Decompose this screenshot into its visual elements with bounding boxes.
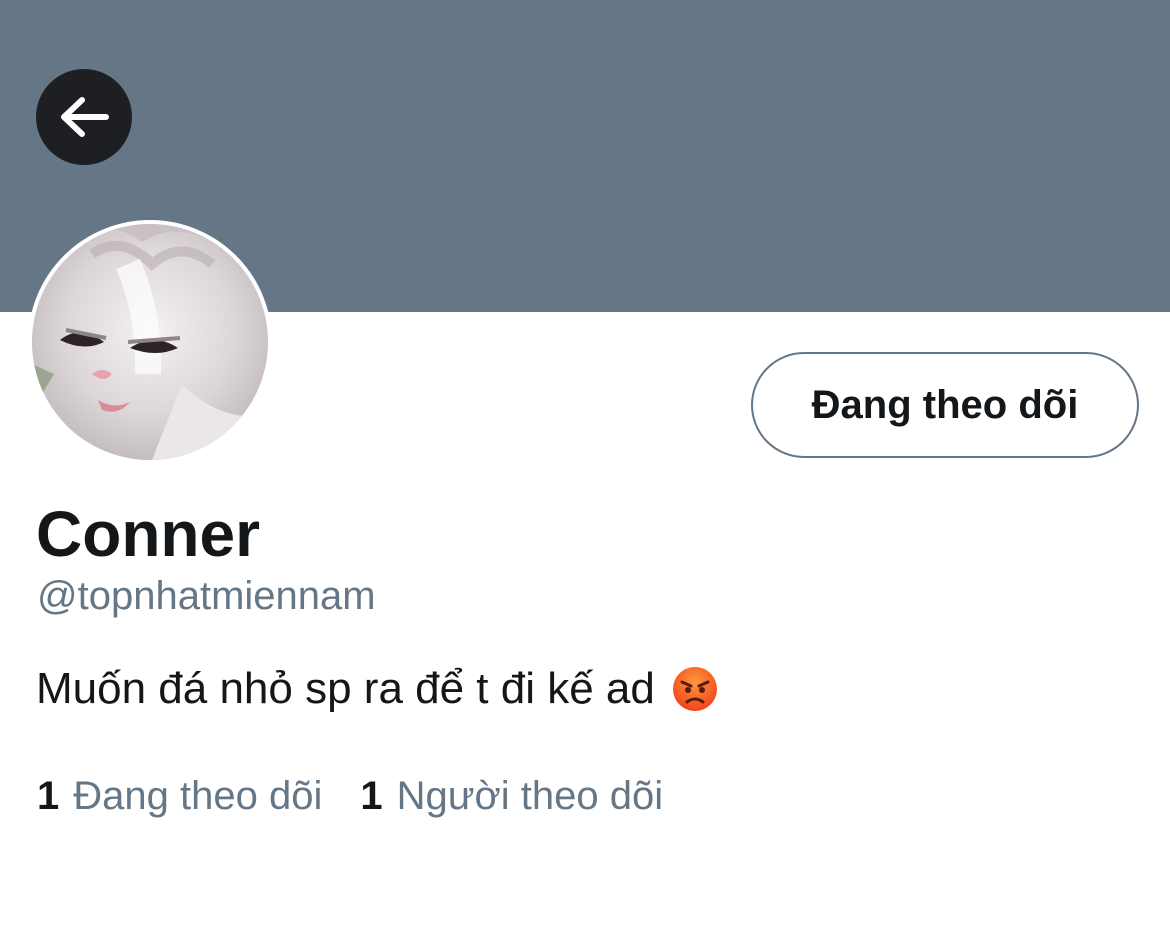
- bio-text: Muốn đá nhỏ sp ra để t đi kế ad: [36, 664, 655, 713]
- display-name: Conner: [36, 498, 260, 570]
- pouting-face-emoji-icon: [672, 667, 717, 711]
- following-button[interactable]: Đang theo dõi: [751, 352, 1139, 458]
- cat-avatar-image: [32, 224, 268, 460]
- profile-stats: 1 Đang theo dõi 1 Người theo dõi: [37, 770, 663, 822]
- followers-label: Người theo dõi: [396, 774, 664, 818]
- following-count: 1: [37, 774, 60, 818]
- following-stat[interactable]: 1 Đang theo dõi: [37, 770, 322, 822]
- followers-stat[interactable]: 1 Người theo dõi: [360, 770, 663, 822]
- profile-bio: Muốn đá nhỏ sp ra để t đi kế ad: [36, 662, 719, 716]
- followers-count: 1: [360, 774, 383, 818]
- user-handle: @topnhatmiennam: [37, 574, 376, 618]
- avatar[interactable]: [28, 220, 272, 464]
- back-button[interactable]: [36, 69, 132, 165]
- arrow-left-icon: [61, 97, 109, 137]
- following-label: Đang theo dõi: [73, 774, 323, 818]
